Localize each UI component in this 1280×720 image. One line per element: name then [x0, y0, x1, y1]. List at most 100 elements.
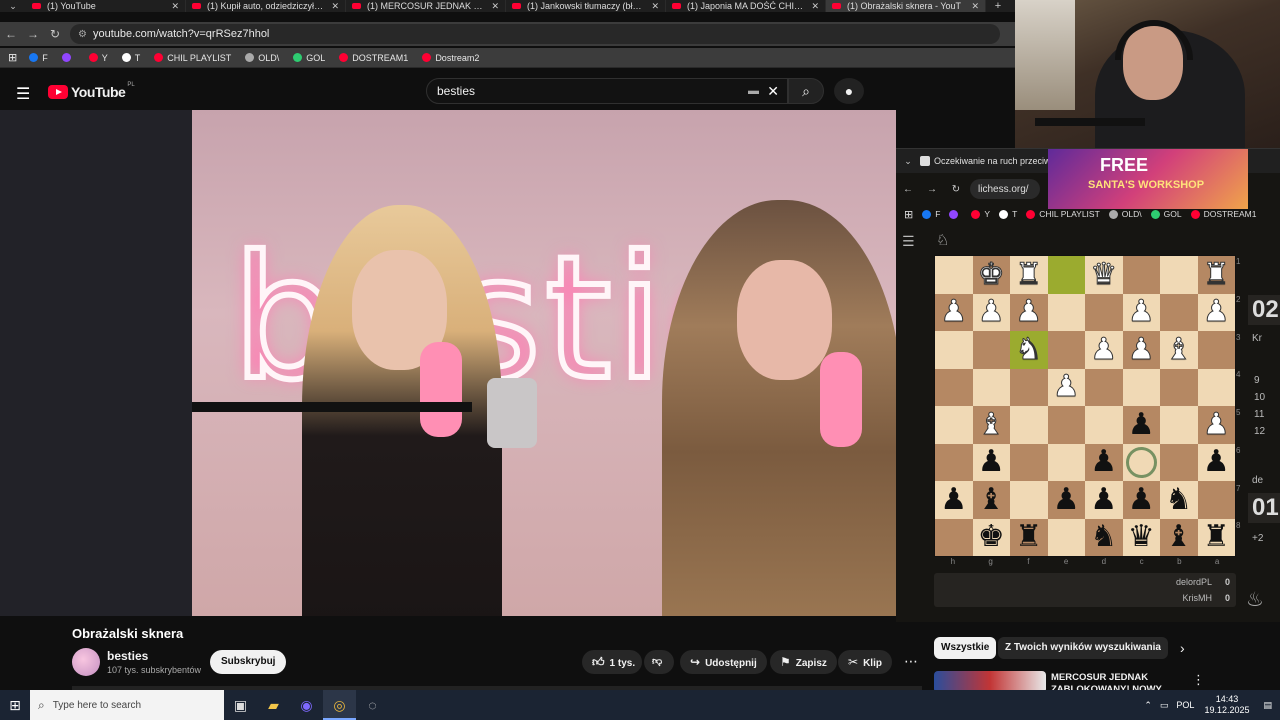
black-rook-icon[interactable]: ♜ — [1015, 522, 1042, 552]
bookmark-5[interactable]: OLD\ — [1108, 209, 1142, 219]
square-d4[interactable] — [1085, 368, 1123, 406]
player-name[interactable]: delordPL — [1176, 577, 1212, 587]
search-button[interactable]: ⌕ — [788, 78, 824, 104]
black-pawn-icon[interactable]: ♟ — [1203, 447, 1230, 477]
white-queen-icon[interactable]: ♛ — [1090, 259, 1118, 290]
lichess-address-bar[interactable]: lichess.org/ — [970, 179, 1040, 199]
more-actions-icon[interactable]: ⋯ — [900, 650, 922, 674]
square-c2[interactable]: ♟ — [1122, 293, 1160, 331]
white-rook-icon[interactable]: ♜ — [1015, 259, 1043, 290]
square-a4[interactable] — [1197, 368, 1235, 406]
tray-chevron-icon[interactable]: ⌃ — [1144, 700, 1152, 711]
forward-icon[interactable]: → — [920, 184, 944, 195]
back-icon[interactable]: ← — [0, 27, 22, 41]
windows-start-icon[interactable]: ⊞ — [0, 697, 30, 714]
bookmark-2[interactable]: Y — [971, 209, 990, 219]
tab-0[interactable]: (1) YouTube ✕ — [26, 0, 186, 12]
channel-avatar[interactable] — [72, 648, 100, 676]
close-tab-icon[interactable]: ✕ — [651, 1, 659, 12]
square-a1[interactable]: ♜ — [1197, 256, 1235, 294]
chevron-right-icon[interactable]: › — [1180, 640, 1185, 656]
square-a6[interactable]: ♟ — [1197, 443, 1235, 481]
black-pawn-icon[interactable]: ♟ — [1128, 484, 1155, 515]
square-h5[interactable] — [935, 406, 973, 444]
black-queen-icon[interactable]: ♛ — [1128, 522, 1155, 552]
square-h1[interactable] — [935, 256, 973, 294]
save-button[interactable]: ⚑ Zapisz — [770, 650, 837, 674]
square-e5[interactable] — [1047, 406, 1085, 444]
bookmark-1[interactable] — [949, 209, 962, 219]
tab-1[interactable]: (1) Kupił auto, odziedziczył dług ✕ — [186, 0, 346, 12]
square-a3[interactable] — [1197, 331, 1235, 369]
hamburger-menu-icon[interactable]: ☰ — [902, 233, 915, 250]
chip-all[interactable]: Wszystkie — [934, 637, 997, 659]
square-h3[interactable] — [935, 331, 973, 369]
apps-icon[interactable]: ⊞ — [8, 51, 17, 64]
square-c4[interactable] — [1122, 368, 1160, 406]
square-f3[interactable]: ♞ — [1010, 331, 1048, 369]
black-pawn-icon[interactable]: ♟ — [1053, 484, 1080, 515]
square-h8[interactable] — [935, 518, 973, 556]
square-c8[interactable]: ♛ — [1122, 518, 1160, 556]
square-h2[interactable]: ♟ — [935, 293, 973, 331]
clip-button[interactable]: ✂ Klip — [838, 650, 892, 674]
square-c1[interactable] — [1122, 256, 1160, 294]
lichess-logo-icon[interactable]: ♘ — [936, 231, 949, 249]
player-name[interactable]: KrisMH — [1183, 593, 1213, 603]
black-rook-icon[interactable]: ♜ — [1203, 522, 1230, 552]
clear-search-icon[interactable]: ✕ — [767, 83, 779, 100]
square-a2[interactable]: ♟ — [1197, 293, 1235, 331]
tab-4[interactable]: (1) Japonia MA DOŚĆ CHIN - B ✕ — [666, 0, 826, 12]
square-f4[interactable] — [1010, 368, 1048, 406]
bookmark-0[interactable]: F — [922, 209, 940, 219]
taskbar-search-input[interactable]: ⌕ Type here to search — [30, 690, 224, 720]
black-knight-icon[interactable]: ♞ — [1090, 522, 1117, 552]
white-pawn-icon[interactable]: ♟ — [1202, 409, 1230, 440]
square-e2[interactable] — [1047, 293, 1085, 331]
square-d8[interactable]: ♞ — [1085, 518, 1123, 556]
black-pawn-icon[interactable]: ♟ — [978, 447, 1005, 477]
kebab-menu-icon[interactable]: ⋮ — [1192, 672, 1205, 688]
square-d3[interactable]: ♟ — [1085, 331, 1123, 369]
square-h7[interactable]: ♟ — [935, 481, 973, 519]
square-h4[interactable] — [935, 368, 973, 406]
white-bishop-icon[interactable]: ♝ — [977, 409, 1005, 440]
square-g5[interactable]: ♝ — [972, 406, 1010, 444]
close-tab-icon[interactable]: ✕ — [171, 1, 179, 12]
square-b3[interactable]: ♝ — [1160, 331, 1198, 369]
square-a8[interactable]: ♜ — [1197, 518, 1235, 556]
bookmark-1[interactable] — [61, 53, 75, 62]
black-pawn-icon[interactable]: ♟ — [940, 484, 967, 515]
square-e6[interactable] — [1047, 443, 1085, 481]
bookmark-4[interactable]: CHIL PLAYLIST — [1026, 209, 1100, 219]
language-indicator[interactable]: POL — [1176, 700, 1194, 710]
menu-icon[interactable]: ☰ — [16, 84, 30, 104]
share-button[interactable]: ↪ Udostępnij — [680, 650, 767, 674]
like-button[interactable]: 👍︎ 1 tys. — [582, 650, 642, 674]
square-c3[interactable]: ♟ — [1122, 331, 1160, 369]
black-bishop-icon[interactable]: ♝ — [1165, 522, 1192, 552]
search-input[interactable]: besties ▬ ✕ — [426, 78, 788, 104]
notification-icon[interactable]: ▤ — [1263, 700, 1272, 711]
square-g1[interactable]: ♚ — [972, 256, 1010, 294]
youtube-logo[interactable]: YouTube PL — [48, 82, 135, 100]
black-pawn-icon[interactable]: ♟ — [1090, 447, 1117, 477]
square-g4[interactable] — [972, 368, 1010, 406]
white-rook-icon[interactable]: ♜ — [1202, 259, 1230, 290]
white-pawn-icon[interactable]: ♟ — [977, 296, 1005, 327]
square-e7[interactable]: ♟ — [1047, 481, 1085, 519]
square-d5[interactable] — [1085, 406, 1123, 444]
tab-active[interactable]: (1) Obrażalski sknera - YouT ✕ — [826, 0, 986, 12]
square-g8[interactable]: ♚ — [972, 518, 1010, 556]
black-bishop-icon[interactable]: ♝ — [978, 484, 1005, 515]
site-info-icon[interactable]: ⚙ — [78, 29, 87, 40]
tab-search-icon[interactable]: ⌄ — [0, 0, 26, 12]
bookmark-7[interactable]: DOSTREAM1 — [339, 53, 408, 63]
dislike-button[interactable]: 👎︎ — [644, 650, 674, 674]
app-icon[interactable]: ◉ — [290, 690, 323, 720]
square-b4[interactable] — [1160, 368, 1198, 406]
close-tab-icon[interactable]: ✕ — [491, 1, 499, 12]
square-e4[interactable]: ♟ — [1047, 368, 1085, 406]
square-f6[interactable] — [1010, 443, 1048, 481]
network-icon[interactable]: ▭ — [1160, 700, 1169, 711]
